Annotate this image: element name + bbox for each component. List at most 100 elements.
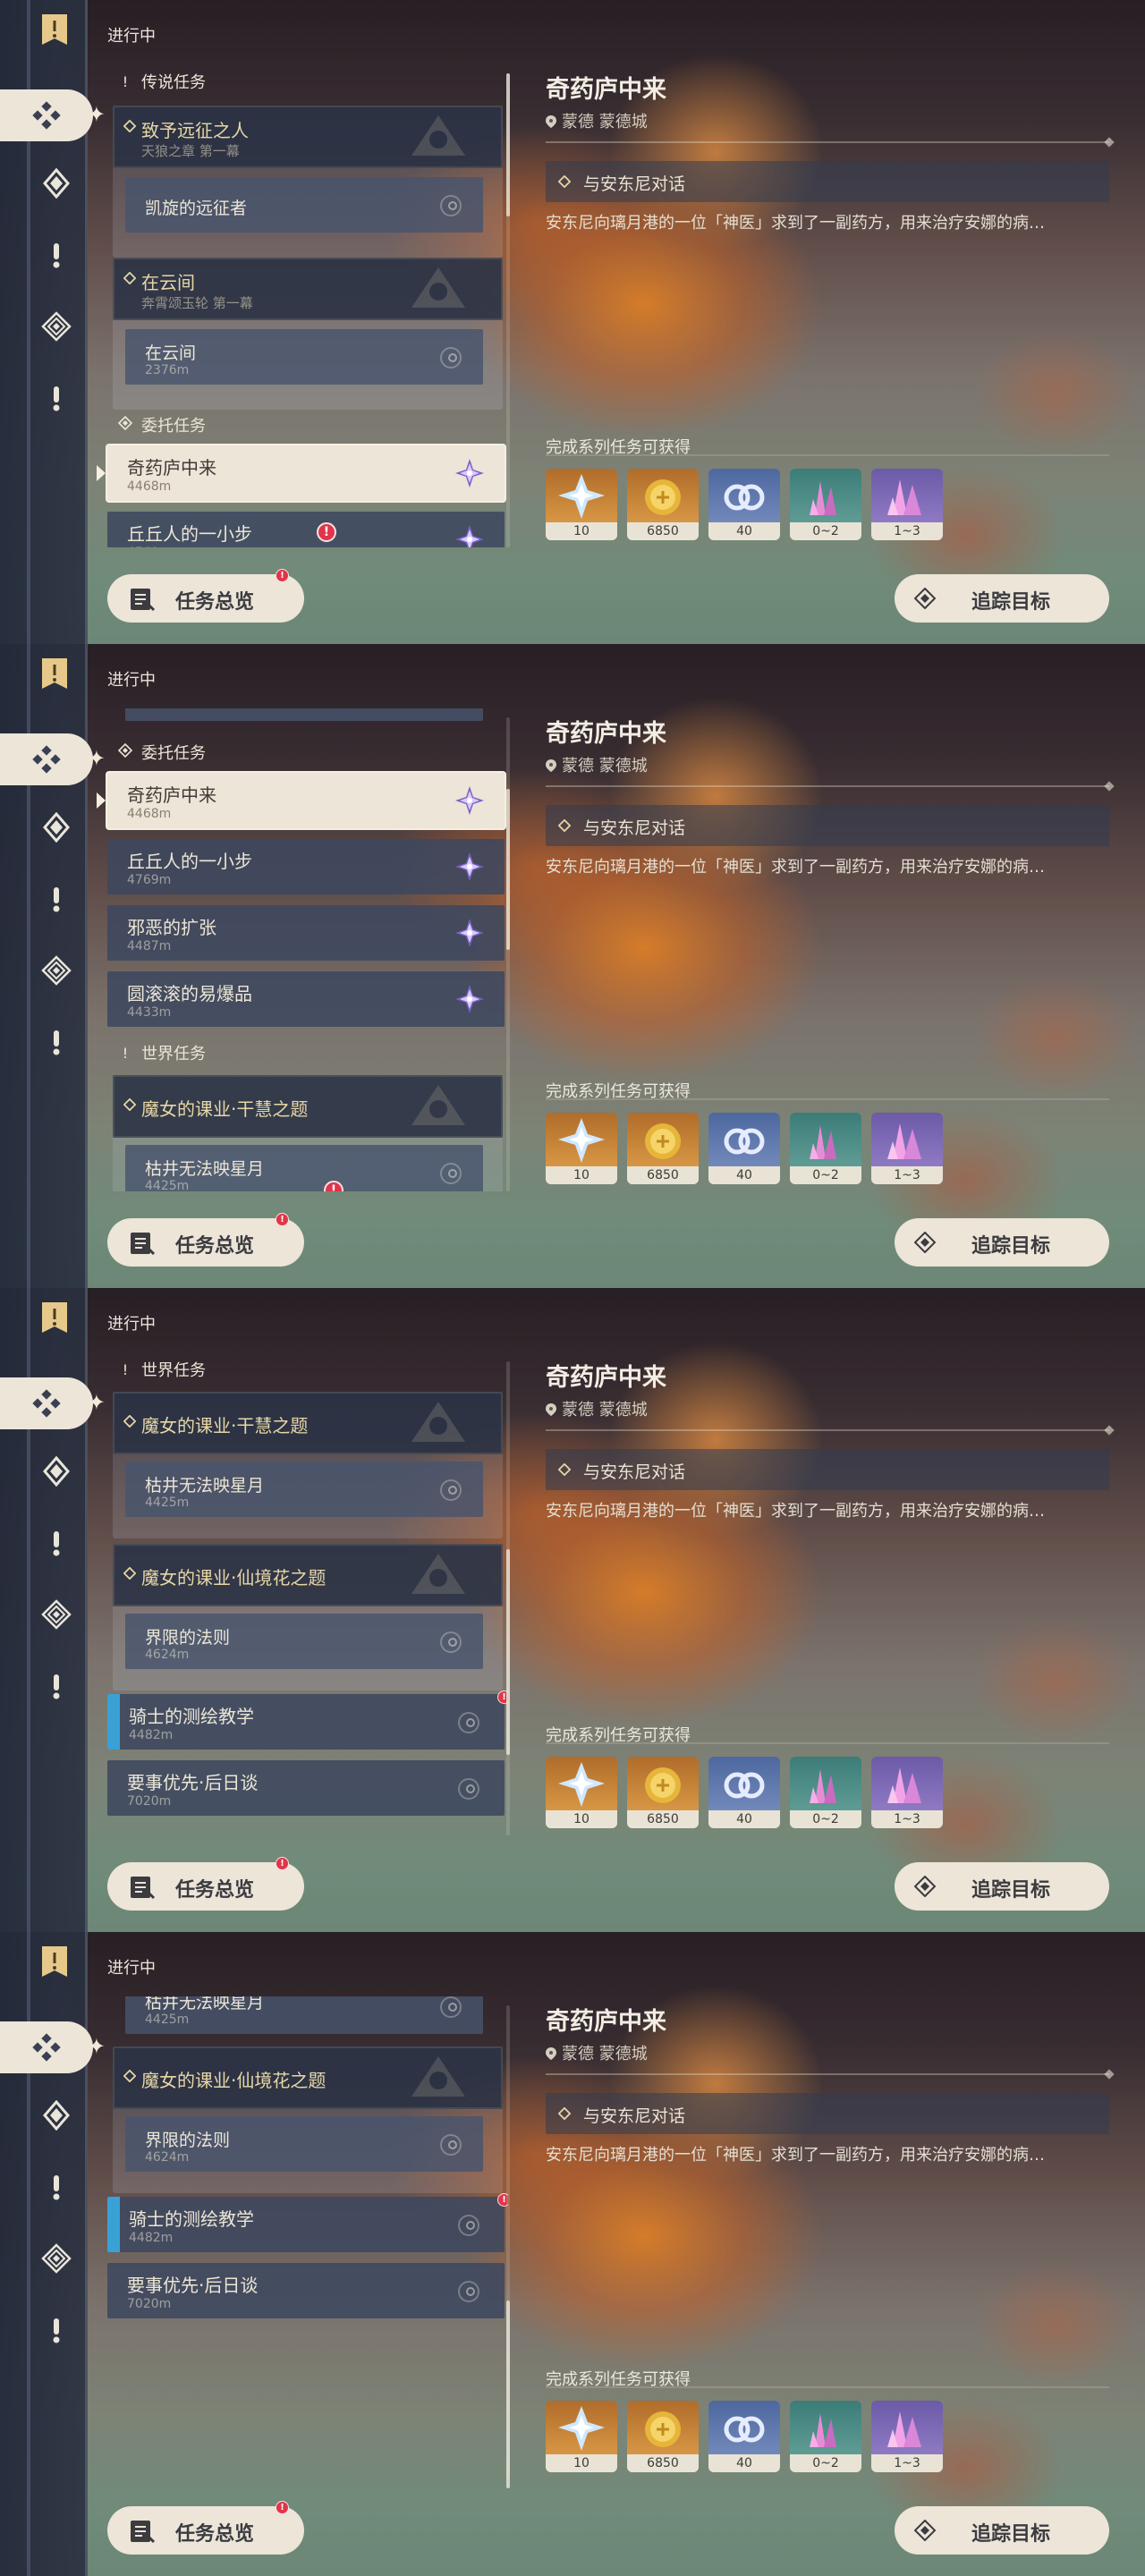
world-quest-item[interactable]: 要事优先·后日谈 7020m bbox=[107, 2263, 505, 2318]
quest-step-item[interactable]: 界限的法则 4624m bbox=[125, 2116, 483, 2172]
track-objective-button[interactable]: 追踪目标 bbox=[895, 574, 1109, 623]
quest-step-item[interactable]: 在云间 2376m bbox=[125, 329, 483, 385]
scrollbar-thumb[interactable] bbox=[506, 1549, 510, 1755]
commission-diamond-icon bbox=[117, 415, 133, 431]
commission-quest-item[interactable]: 奇药庐中来 4468m bbox=[97, 773, 505, 828]
nav-world-quests-button[interactable] bbox=[36, 306, 77, 347]
navigate-pin-icon[interactable] bbox=[440, 1479, 462, 1501]
commission-quest-item[interactable]: 奇药庐中来 4468m bbox=[97, 445, 505, 501]
quest-overview-button[interactable]: 任务总览! bbox=[107, 569, 304, 623]
reward-item[interactable]: 6850 bbox=[627, 1113, 699, 1184]
quest-step-item[interactable]: 凯旋的远征者 bbox=[125, 177, 483, 233]
quest-overview-button[interactable]: 任务总览! bbox=[107, 1857, 304, 1911]
nav-world-quests-button[interactable] bbox=[36, 950, 77, 991]
quest-step-item[interactable]: 枯井无法映星月 4425m bbox=[125, 1996, 483, 2034]
scrollbar-thumb[interactable] bbox=[506, 789, 510, 950]
nav-archon-quests-button[interactable] bbox=[36, 807, 77, 848]
nav-all-quests-button[interactable]: ✦ bbox=[0, 89, 106, 141]
reward-item[interactable]: 0~2 bbox=[790, 469, 861, 540]
quest-list[interactable]: ! 传说任务 致予远征之人 天狼之章 第一幕 凯旋的远征者 在云间 奔霄颂玉轮 第一幕 在云间… bbox=[97, 64, 508, 547]
nav-story-quests-button[interactable] bbox=[36, 1522, 77, 1563]
quest-list-scrollbar[interactable] bbox=[506, 717, 510, 1191]
reward-item[interactable]: 1~3 bbox=[871, 469, 943, 540]
nav-all-quests-button[interactable]: ✦ bbox=[0, 2021, 106, 2073]
quest-list-scrollbar[interactable] bbox=[506, 2005, 510, 2488]
nav-commission-quests-button[interactable] bbox=[36, 2309, 77, 2351]
nav-world-quests-button[interactable] bbox=[36, 1594, 77, 1635]
quest-group-header[interactable]: 魔女的课业·仙境花之题 bbox=[113, 2046, 503, 2109]
location-text: 蒙德 蒙德城 bbox=[562, 113, 648, 131]
quest-group-header[interactable]: 在云间 奔霄颂玉轮 第一幕 bbox=[113, 258, 503, 320]
reward-item[interactable]: 6850 bbox=[627, 1757, 699, 1828]
reward-item[interactable]: 1~3 bbox=[871, 1757, 943, 1828]
quest-group-header[interactable]: 魔女的课业·仙境花之题 bbox=[113, 1544, 503, 1606]
quest-title: 奇药庐中来 bbox=[127, 784, 216, 806]
reward-item[interactable]: 40 bbox=[708, 1757, 780, 1828]
quest-group-header[interactable]: 魔女的课业·干慧之题 bbox=[113, 1075, 503, 1138]
nav-archon-quests-button[interactable] bbox=[36, 163, 77, 204]
nav-world-quests-button[interactable] bbox=[36, 2238, 77, 2279]
reward-item[interactable]: 0~2 bbox=[790, 2401, 861, 2472]
reward-item[interactable]: 10 bbox=[546, 2401, 617, 2472]
quest-step-item[interactable]: 枯井无法映星月 4425m! bbox=[125, 1145, 483, 1191]
quest-overview-button[interactable]: 任务总览! bbox=[107, 1213, 304, 1267]
reward-item[interactable]: 6850 bbox=[627, 2401, 699, 2472]
quest-group-header[interactable]: 魔女的课业·干慧之题 bbox=[113, 1392, 503, 1454]
world-quest-item[interactable]: 要事优先·后日谈 7020m bbox=[107, 1760, 505, 1816]
track-objective-button[interactable]: 追踪目标 bbox=[895, 1218, 1109, 1267]
quest-list[interactable]: 枯井无法映星月 4425m 魔女的课业·仙境花之题界限的法则 4624m 骑士的测绘教学… bbox=[97, 1996, 508, 2479]
navigate-pin-icon[interactable] bbox=[458, 1712, 479, 1733]
quest-group-header[interactable]: 致予远征之人 天狼之章 第一幕 bbox=[113, 106, 503, 168]
commission-quest-item[interactable]: 丘丘人的一小步 4769m bbox=[107, 839, 505, 894]
nav-archon-quests-button[interactable] bbox=[36, 1451, 77, 1492]
location-pin-icon bbox=[546, 1403, 556, 1416]
navigate-pin-icon[interactable] bbox=[458, 2215, 479, 2236]
reward-item[interactable]: 10 bbox=[546, 469, 617, 540]
navigate-pin-icon[interactable] bbox=[440, 1631, 462, 1653]
reward-item[interactable]: 1~3 bbox=[871, 1113, 943, 1184]
nav-archon-quests-button[interactable] bbox=[36, 2095, 77, 2136]
commission-quest-item[interactable]: 丘丘人的一小步4769m! bbox=[107, 512, 505, 547]
quest-list[interactable]: ! 世界任务 魔女的课业·干慧之题 枯井无法映星月 4425m 魔女的课业·仙境花之题 界限… bbox=[97, 1352, 508, 1835]
navigate-pin-icon[interactable] bbox=[440, 1163, 462, 1184]
commission-quest-item[interactable]: 圆滚滚的易爆品 4433m bbox=[107, 971, 505, 1027]
reward-item[interactable]: 40 bbox=[708, 2401, 780, 2472]
reward-item[interactable]: 0~2 bbox=[790, 1757, 861, 1828]
quest-list-scrollbar[interactable] bbox=[506, 1361, 510, 1835]
reward-item[interactable]: 10 bbox=[546, 1757, 617, 1828]
reward-item[interactable]: 1~3 bbox=[871, 2401, 943, 2472]
scrollbar-thumb[interactable] bbox=[506, 2301, 510, 2488]
alert-badge: ! bbox=[276, 1857, 289, 1870]
commission-quest-item[interactable]: 邪恶的扩张 4487m bbox=[107, 905, 505, 961]
reward-item[interactable]: 40 bbox=[708, 1113, 780, 1184]
track-objective-button[interactable]: 追踪目标 bbox=[895, 2506, 1109, 2555]
nav-story-quests-button[interactable] bbox=[36, 2166, 77, 2207]
nav-all-quests-button[interactable]: ✦ bbox=[0, 733, 106, 785]
track-objective-button[interactable]: 追踪目标 bbox=[895, 1862, 1109, 1911]
navigate-pin-icon[interactable] bbox=[440, 347, 462, 369]
quest-step-item[interactable]: 枯井无法映星月 4425m bbox=[125, 1462, 483, 1517]
quest-list[interactable]: 委托任务 奇药庐中来 4468m 丘丘人的一小步 4769m 邪恶的扩张 4487m 圆滚滚的… bbox=[97, 708, 508, 1191]
quest-step-item[interactable]: 界限的法则 4624m bbox=[125, 1614, 483, 1669]
reward-item[interactable]: 0~2 bbox=[790, 1113, 861, 1184]
navigate-pin-icon[interactable] bbox=[458, 2281, 479, 2302]
nav-all-quests-button[interactable]: ✦ bbox=[0, 1377, 106, 1429]
navigate-pin-icon[interactable] bbox=[458, 1778, 479, 1800]
quest-objective: 与安东尼对话 bbox=[546, 161, 1109, 202]
reward-item[interactable]: 6850 bbox=[627, 469, 699, 540]
navigate-pin-icon[interactable] bbox=[440, 195, 462, 216]
world-quest-item[interactable]: 骑士的测绘教学 4482m! bbox=[107, 2193, 508, 2252]
quest-list-scrollbar[interactable] bbox=[506, 73, 510, 547]
nav-story-quests-button[interactable] bbox=[36, 878, 77, 919]
reward-item[interactable]: 10 bbox=[546, 1113, 617, 1184]
navigate-pin-icon[interactable] bbox=[440, 1996, 462, 2018]
navigate-pin-icon[interactable] bbox=[440, 2134, 462, 2156]
nav-commission-quests-button[interactable] bbox=[36, 377, 77, 419]
world-quest-item[interactable]: 骑士的测绘教学 4482m! bbox=[107, 1690, 508, 1750]
reward-item[interactable]: 40 bbox=[708, 469, 780, 540]
quest-overview-button[interactable]: 任务总览! bbox=[107, 2501, 304, 2555]
nav-commission-quests-button[interactable] bbox=[36, 1021, 77, 1063]
nav-commission-quests-button[interactable] bbox=[36, 1665, 77, 1707]
scrollbar-thumb[interactable] bbox=[506, 73, 510, 216]
nav-story-quests-button[interactable] bbox=[36, 234, 77, 275]
